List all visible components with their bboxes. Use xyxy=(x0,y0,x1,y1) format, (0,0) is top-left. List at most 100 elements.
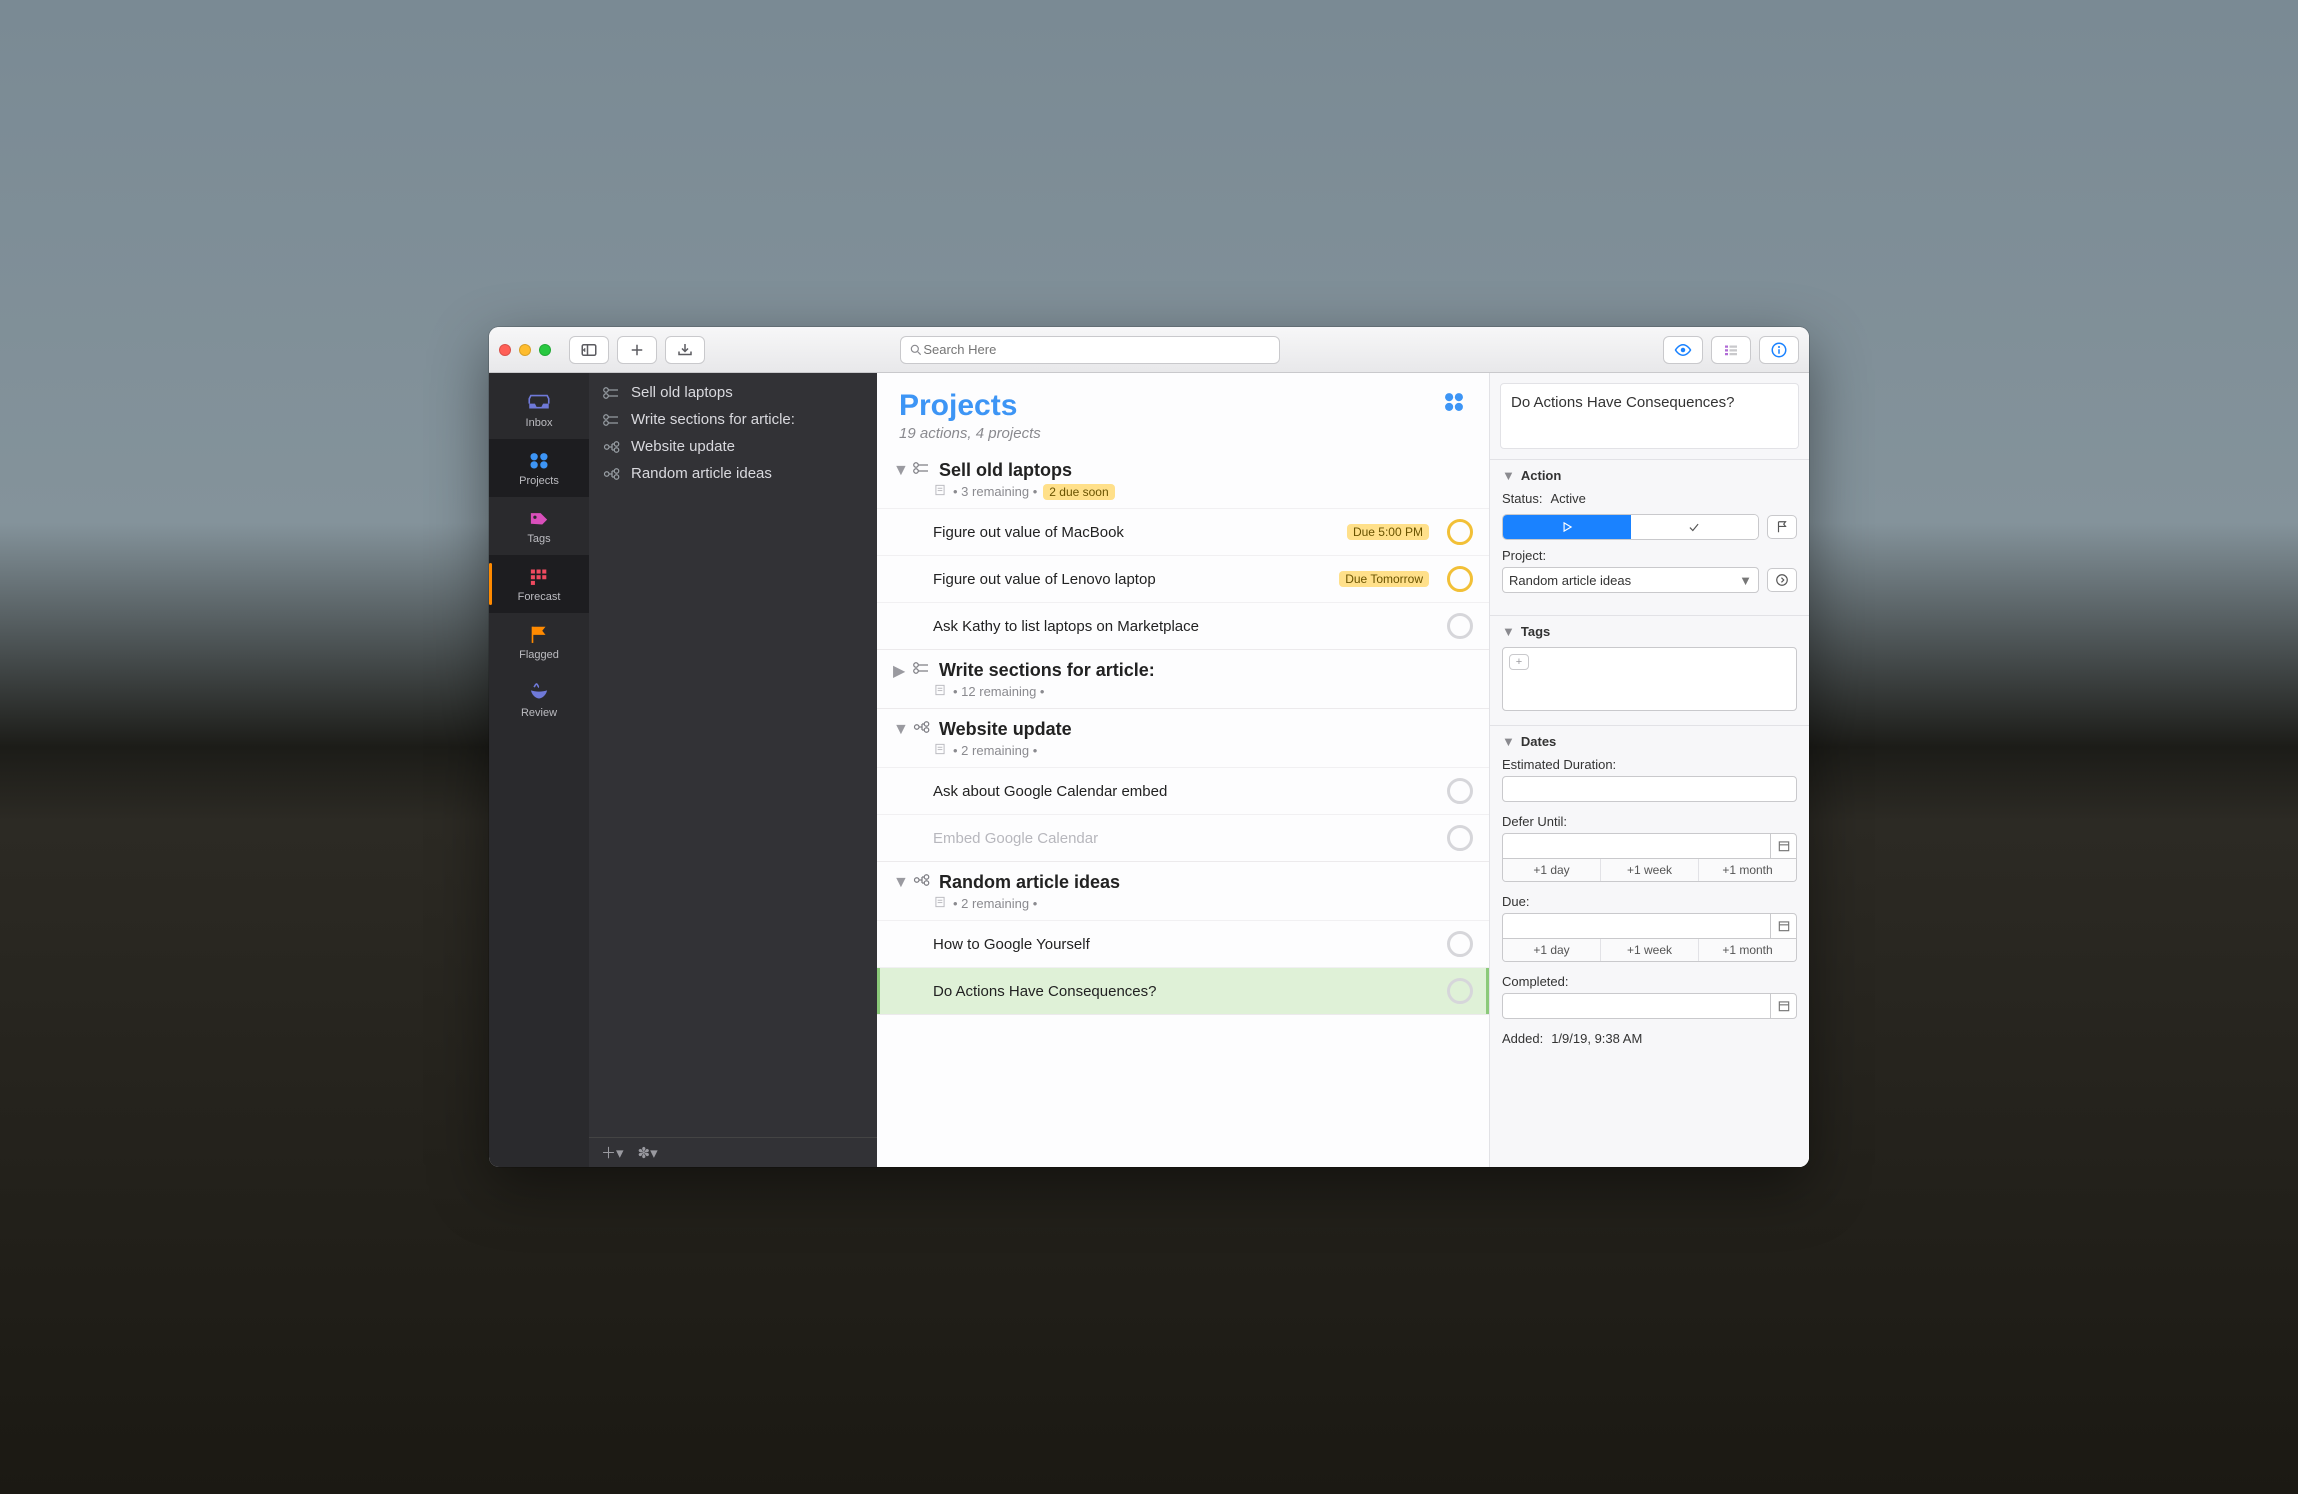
section-header-action[interactable]: ▼Action xyxy=(1502,468,1797,483)
project-header[interactable]: ▼Random article ideas xyxy=(877,862,1489,895)
project-title: Sell old laptops xyxy=(939,460,1072,481)
go-to-project-button[interactable] xyxy=(1767,568,1797,592)
settings-menu-button[interactable]: ✽▾ xyxy=(638,1144,658,1162)
inspector-title-field[interactable]: Do Actions Have Consequences? xyxy=(1500,383,1799,449)
flag-icon xyxy=(526,623,552,645)
calendar-picker-button[interactable] xyxy=(1770,834,1796,858)
defer-until-field[interactable] xyxy=(1502,833,1797,859)
nav-label: Projects xyxy=(519,475,559,487)
calendar-picker-button[interactable] xyxy=(1770,994,1796,1018)
project-block: ▼Website update• 2 remaining •Ask about … xyxy=(877,709,1489,862)
completed-field[interactable] xyxy=(1502,993,1797,1019)
project-header[interactable]: ▼ Sell old laptops xyxy=(877,450,1489,483)
note-icon xyxy=(933,483,947,500)
task-status-circle[interactable] xyxy=(1447,613,1473,639)
due-plus-1-month[interactable]: +1 month xyxy=(1698,939,1796,961)
project-field-label: Project: xyxy=(1502,548,1797,563)
task-status-circle[interactable] xyxy=(1447,825,1473,851)
task-row[interactable]: How to Google Yourself xyxy=(877,920,1489,967)
defer-quick-buttons: +1 day +1 week +1 month xyxy=(1502,859,1797,882)
task-row[interactable]: Do Actions Have Consequences? xyxy=(877,967,1489,1014)
toggle-sidebar-button[interactable] xyxy=(569,336,609,364)
nav-tags[interactable]: Tags xyxy=(489,497,589,555)
status-label: Status: xyxy=(1502,491,1542,506)
due-soon-badge: 2 due soon xyxy=(1043,484,1114,500)
due-field[interactable] xyxy=(1502,913,1797,939)
search-field[interactable] xyxy=(900,336,1280,364)
parallel-project-icon xyxy=(603,467,621,481)
nav-flagged[interactable]: Flagged xyxy=(489,613,589,671)
nav-label: Flagged xyxy=(519,649,559,661)
nav-review[interactable]: Review xyxy=(489,671,589,729)
nav-label: Forecast xyxy=(518,591,561,603)
add-tag-button[interactable]: + xyxy=(1509,654,1529,670)
task-row[interactable]: Figure out value of Lenovo laptopDue Tom… xyxy=(877,555,1489,602)
due-plus-1-day[interactable]: +1 day xyxy=(1503,939,1600,961)
new-item-button[interactable] xyxy=(617,336,657,364)
section-header-dates[interactable]: ▼Dates xyxy=(1502,734,1797,749)
minimize-window-button[interactable] xyxy=(519,344,531,356)
task-status-circle[interactable] xyxy=(1447,931,1473,957)
view-perspective-button[interactable] xyxy=(1663,336,1703,364)
defer-plus-1-week[interactable]: +1 week xyxy=(1600,859,1698,881)
task-row[interactable]: Figure out value of MacBookDue 5:00 PM xyxy=(877,508,1489,555)
add-menu-button[interactable]: ＋▾ xyxy=(601,1142,624,1163)
status-complete-button[interactable] xyxy=(1631,515,1759,539)
status-active-button[interactable] xyxy=(1503,515,1631,539)
defer-plus-1-day[interactable]: +1 day xyxy=(1503,859,1600,881)
sidebar-item[interactable]: Sell old laptops xyxy=(589,379,877,406)
calendar-icon xyxy=(1777,919,1791,933)
calendar-picker-button[interactable] xyxy=(1770,914,1796,938)
defer-until-label: Defer Until: xyxy=(1502,814,1797,829)
nav-forecast[interactable]: Forecast xyxy=(489,555,589,613)
flag-toggle-button[interactable] xyxy=(1767,515,1797,539)
due-plus-1-week[interactable]: +1 week xyxy=(1600,939,1698,961)
sidebar-item[interactable]: Random article ideas xyxy=(589,460,877,487)
search-input[interactable] xyxy=(923,342,1271,357)
content-area: Projects 19 actions, 4 projects ▼Sell ol… xyxy=(877,373,1489,1167)
task-status-circle[interactable] xyxy=(1447,519,1473,545)
project-header[interactable]: ▶ Write sections for article: xyxy=(877,650,1489,683)
close-window-button[interactable] xyxy=(499,344,511,356)
remaining-count: • 3 remaining • xyxy=(953,484,1037,499)
due-label: Due: xyxy=(1502,894,1797,909)
perspective-rail: Inbox Projects Tags Forecast xyxy=(489,373,589,1167)
perspective-title: Projects xyxy=(899,389,1041,423)
disclosure-icon: ▼ xyxy=(1502,468,1515,483)
tags-field[interactable]: + xyxy=(1502,647,1797,711)
section-header-tags[interactable]: ▼Tags xyxy=(1502,624,1797,639)
project-header[interactable]: ▼Website update xyxy=(877,709,1489,742)
disclosure-triangle[interactable]: ▼ xyxy=(893,462,905,480)
task-row[interactable]: Ask about Google Calendar embed xyxy=(877,767,1489,814)
disclosure-triangle[interactable]: ▼ xyxy=(893,874,905,892)
nav-projects[interactable]: Projects xyxy=(489,439,589,497)
sidebar-item-label: Write sections for article: xyxy=(631,411,795,428)
estimated-duration-field[interactable] xyxy=(1502,776,1797,802)
project-block: ▶Write sections for article:• 12 remaini… xyxy=(877,650,1489,709)
info-icon xyxy=(1770,341,1788,359)
note-icon xyxy=(933,742,947,759)
estimated-duration-label: Estimated Duration: xyxy=(1502,757,1797,772)
nav-inbox[interactable]: Inbox xyxy=(489,381,589,439)
disclosure-triangle[interactable]: ▼ xyxy=(893,721,905,739)
added-value: 1/9/19, 9:38 AM xyxy=(1551,1031,1642,1046)
calendar-icon xyxy=(1777,839,1791,853)
added-label: Added: xyxy=(1502,1031,1543,1046)
project-select-value: Random article ideas xyxy=(1509,573,1631,588)
disclosure-triangle[interactable]: ▶ xyxy=(893,661,905,681)
task-row[interactable]: Embed Google Calendar xyxy=(877,814,1489,861)
task-status-circle[interactable] xyxy=(1447,566,1473,592)
sidebar-item[interactable]: Website update xyxy=(589,433,877,460)
sequential-project-icon xyxy=(913,461,931,480)
project-title: Write sections for article: xyxy=(939,660,1155,681)
quick-entry-button[interactable] xyxy=(665,336,705,364)
task-row[interactable]: Ask Kathy to list laptops on Marketplace xyxy=(877,602,1489,649)
project-select[interactable]: Random article ideas ▼ xyxy=(1502,567,1759,593)
sidebar-item[interactable]: Write sections for article: xyxy=(589,406,877,433)
zoom-window-button[interactable] xyxy=(539,344,551,356)
task-status-circle[interactable] xyxy=(1447,978,1473,1004)
task-status-circle[interactable] xyxy=(1447,778,1473,804)
view-options-button[interactable] xyxy=(1711,336,1751,364)
inspector-toggle-button[interactable] xyxy=(1759,336,1799,364)
defer-plus-1-month[interactable]: +1 month xyxy=(1698,859,1796,881)
